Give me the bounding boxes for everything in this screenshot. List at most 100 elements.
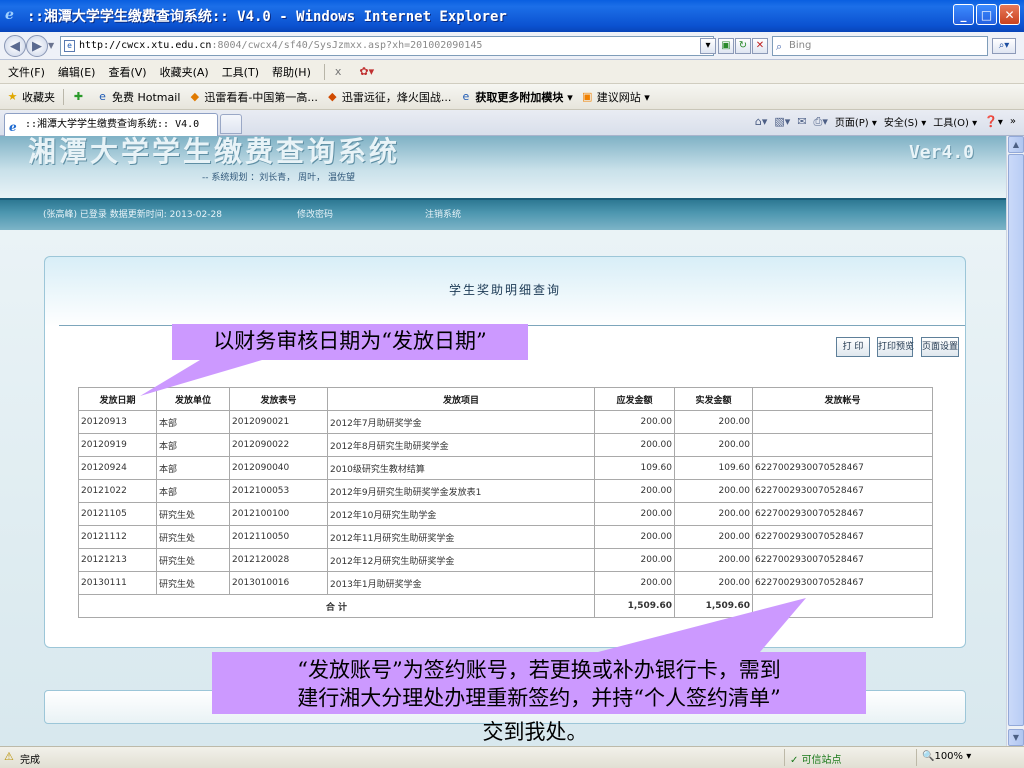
cell-account: 6227002930070528467 (752, 548, 933, 572)
menu-tools[interactable]: 工具(T) (222, 64, 259, 80)
refresh-icon: ↻ (738, 40, 748, 51)
url-path: :8004/cwcx4/sf40/SysJzmxx.asp?xh=2010020… (211, 40, 483, 51)
search-input[interactable]: ⌕ Bing (772, 36, 988, 56)
tools-menu[interactable]: 工具(O) ▾ (933, 114, 977, 129)
print-preview-button[interactable]: 打印预览 (877, 337, 914, 357)
column-header: 发放表号 (229, 387, 328, 411)
stop-button[interactable]: ✕ (752, 38, 768, 54)
cell-paid: 200.00 (674, 479, 753, 503)
url-input[interactable]: e http://cwcx.xtu.edu.cn:8004/cwcx4/sf40… (60, 36, 714, 56)
cell-account: 6227002930070528467 (752, 479, 933, 503)
cell-due: 200.00 (594, 479, 675, 503)
safety-menu[interactable]: 安全(S) ▾ (884, 114, 926, 129)
cell-due: 200.00 (594, 548, 675, 572)
fav-link-xunlei-kankan[interactable]: ◆ 迅雷看看-中国第一高... (188, 89, 318, 105)
zoom-level[interactable]: 🔍100% ▾ (922, 751, 971, 762)
table-row: 20120924 本部 2012090040 2010级研究生教材结算 109.… (78, 456, 933, 480)
tab-active[interactable]: e ::湘潭大学学生缴费查询系统:: V4.0 (4, 113, 218, 136)
logout-link[interactable]: 注销系统 (425, 207, 461, 220)
feeds-icon[interactable]: ▧▾ (774, 115, 790, 128)
scroll-thumb[interactable] (1008, 154, 1024, 726)
cell-sheet-no: 2012110050 (229, 525, 328, 549)
forward-button[interactable]: ▶ (26, 35, 48, 57)
cell-item: 2012年8月研究生助研奖学金 (327, 433, 595, 457)
fav-link-label: 迅雷看看-中国第一高... (204, 90, 318, 104)
menu-close-x[interactable]: x (335, 65, 342, 78)
maximize-button[interactable]: □ (976, 4, 997, 25)
add-favorite-button[interactable]: ✚ (72, 90, 88, 103)
window-title: ::湘潭大学学生缴费查询系统:: V4.0 - Windows Internet… (27, 9, 507, 25)
print-button[interactable]: 打 印 (836, 337, 870, 357)
history-dropdown-icon[interactable]: ▼ (48, 41, 54, 50)
menu-help[interactable]: 帮助(H) (272, 64, 311, 80)
fav-link-suggested-sites[interactable]: ▣ 建议网站 ▾ (581, 89, 650, 105)
search-button[interactable]: ⌕▾ (992, 38, 1016, 54)
search-placeholder: Bing (789, 40, 812, 51)
window-controls: _ □ ✕ (953, 4, 1020, 25)
menu-favorites[interactable]: 收藏夹(A) (160, 64, 209, 80)
fav-link-label: 迅雷远征，烽火国战... (341, 90, 452, 104)
menu-edit[interactable]: 编辑(E) (58, 64, 96, 80)
cell-date: 20121112 (78, 525, 157, 549)
table-row: 20130111 研究生处 2013010016 2013年1月助研奖学金 20… (78, 571, 933, 595)
page-setup-button[interactable]: 页面设置 (921, 337, 959, 357)
cell-unit: 研究生处 (156, 571, 230, 595)
site-banner: 湘潭大学学生缴费查询系统 -- 系统规划 ：刘长青， 周叶， 温佐望 Ver4.… (0, 136, 1006, 198)
mail-icon[interactable]: ✉ (797, 115, 806, 128)
home-icon[interactable]: ⌂▾ (755, 115, 768, 128)
cell-item: 2012年12月研究生助研奖学金 (327, 548, 595, 572)
table-row: 20120913 本部 2012090021 2012年7月助研奖学金 200.… (78, 410, 933, 434)
column-header: 发放帐号 (752, 387, 933, 411)
menu-file[interactable]: 文件(F) (8, 64, 45, 80)
new-tab-button[interactable] (220, 114, 242, 134)
cell-item: 2012年10月研究生助学金 (327, 502, 595, 526)
security-zone[interactable]: ✓ 可信站点 (790, 751, 842, 766)
addon-icon[interactable]: ✿▾ (359, 65, 374, 78)
status-done: 完成 (20, 755, 40, 766)
cell-date: 20121022 (78, 479, 157, 503)
menu-divider (323, 63, 325, 80)
cell-due: 200.00 (594, 410, 675, 434)
refresh-button[interactable]: ↻ (735, 38, 751, 54)
table-row: 20121112 研究生处 2012110050 2012年11月研究生助研奖学… (78, 525, 933, 549)
url-host: http://cwcx.xtu.edu.cn (79, 40, 212, 51)
menu-view[interactable]: 查看(V) (108, 64, 146, 80)
print-icon[interactable]: ⎙▾ (814, 115, 828, 129)
account-annotation-line3: 交到我处。 (482, 720, 588, 744)
close-button[interactable]: ✕ (999, 4, 1020, 25)
cell-item: 2012年9月研究生助研奖学金发放表1 (327, 479, 595, 503)
table-row: 20120919 本部 2012090022 2012年8月研究生助研奖学金 2… (78, 433, 933, 457)
total-label: 合 计 (78, 594, 595, 618)
chevron-down-icon: ▾ (705, 40, 711, 51)
cell-unit: 本部 (156, 479, 230, 503)
scroll-up-arrow-icon[interactable]: ▲ (1008, 136, 1024, 153)
favorites-button[interactable]: ★ 收藏夹 (6, 89, 55, 105)
warning-icon: ⚠ (4, 750, 14, 763)
site-version: Ver4.0 (908, 142, 974, 163)
cell-date: 20121213 (78, 548, 157, 572)
cell-sheet-no: 2012100100 (229, 502, 328, 526)
minimize-button[interactable]: _ (953, 4, 974, 25)
cell-due: 109.60 (594, 456, 675, 480)
compat-view-button[interactable]: ▣ (718, 38, 734, 54)
status-divider (784, 749, 785, 766)
table-row: 20121105 研究生处 2012100100 2012年10月研究生助学金 … (78, 502, 933, 526)
command-bar: ⌂▾ ▧▾ ✉ ⎙▾ 页面(P) ▾ 安全(S) ▾ 工具(O) ▾ ❓▾ » (755, 114, 1016, 130)
fav-link-addons[interactable]: e 获取更多附加模块 ▾ (459, 89, 572, 105)
cell-date: 20120919 (78, 433, 157, 457)
more-commands[interactable]: » (1010, 116, 1016, 127)
back-button[interactable]: ◀ (4, 35, 26, 57)
url-dropdown-button[interactable]: ▾ (700, 38, 716, 54)
table-row: 20121022 本部 2012100053 2012年9月研究生助研奖学金发放… (78, 479, 933, 503)
page-menu[interactable]: 页面(P) ▾ (835, 114, 877, 129)
fav-link-hotmail[interactable]: e 免费 Hotmail (96, 89, 180, 105)
vertical-scrollbar[interactable]: ▲ ▼ (1006, 136, 1024, 746)
scroll-down-arrow-icon[interactable]: ▼ (1008, 729, 1024, 746)
fav-link-xunlei-yuanzheng[interactable]: ◆ 迅雷远征，烽火国战... (326, 89, 452, 105)
total-due: 1,509.60 (594, 594, 675, 618)
cell-paid: 109.60 (674, 456, 753, 480)
change-password-link[interactable]: 修改密码 (297, 207, 333, 220)
cell-unit: 本部 (156, 433, 230, 457)
help-menu[interactable]: ❓▾ (984, 115, 1003, 128)
panel-title: 学生奖助明细查询 (448, 283, 561, 297)
